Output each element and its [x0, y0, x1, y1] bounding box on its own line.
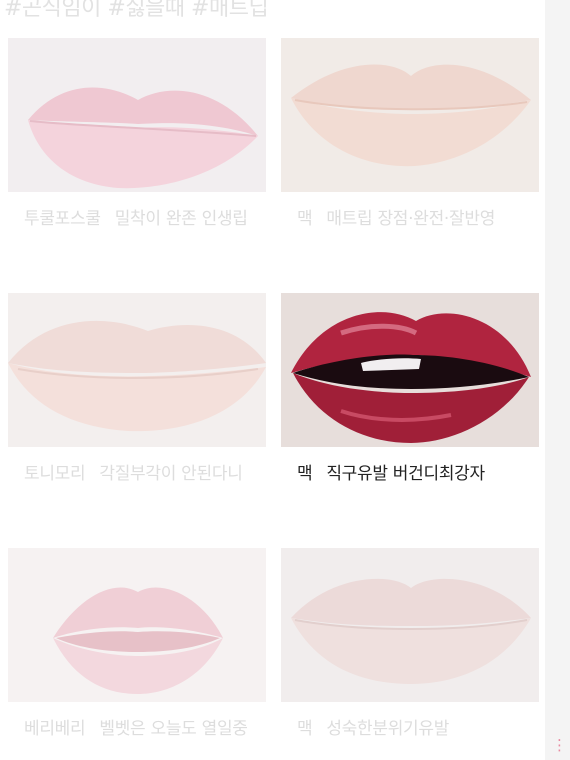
menu-dots-icon[interactable]: ⋮ [552, 736, 567, 754]
product-caption: 맥 직구유발 버건디최강자 [281, 461, 539, 488]
product-caption: 투쿨포스쿨 밀착이 완존 인생립 [8, 206, 266, 233]
product-card-6[interactable]: 맥 성숙한분위기유발 [281, 548, 539, 743]
product-caption: 베리베리 벨벳은 오늘도 열일중 [8, 716, 266, 743]
product-card-2[interactable]: 맥 매트립 장점·완전·잘반영 [281, 38, 539, 233]
brand-name: 베리베리 [24, 719, 86, 739]
product-card-5[interactable]: 베리베리 벨벳은 오늘도 열일중 [8, 548, 266, 743]
lip-photo[interactable] [8, 548, 266, 702]
product-caption: 맥 성숙한분위기유발 [281, 716, 539, 743]
lip-photo[interactable] [281, 548, 539, 702]
lip-photo[interactable] [281, 293, 539, 447]
brand-name: 투쿨포스쿨 [24, 209, 101, 229]
product-title: 각질부각이 안된다니 [99, 464, 243, 484]
product-title: 밀착이 완존 인생립 [114, 209, 248, 229]
lip-photo[interactable] [281, 38, 539, 192]
scroll-edge [545, 0, 570, 760]
product-title: 매트립 장점·완전·잘반영 [326, 209, 496, 229]
brand-name: 맥 [297, 209, 313, 229]
product-title: 성숙한분위기유발 [326, 719, 450, 739]
product-card-4[interactable]: 맥 직구유발 버건디최강자 [281, 293, 539, 488]
product-card-3[interactable]: 토니모리 각질부각이 안된다니 [8, 293, 266, 488]
product-title: 벨벳은 오늘도 열일중 [99, 719, 248, 739]
brand-name: 토니모리 [24, 464, 86, 484]
product-caption: 토니모리 각질부각이 안된다니 [8, 461, 266, 488]
lip-photo[interactable] [8, 38, 266, 192]
brand-name: 맥 [297, 719, 313, 739]
brand-name: 맥 [297, 464, 313, 484]
lip-photo[interactable] [8, 293, 266, 447]
lip-product-feed: #곤식임이 #싫을때 #매트딥 투쿨포스쿨 밀착이 완존 인생립 맥 매트립 장점·… [0, 0, 570, 760]
product-caption: 맥 매트립 장점·완전·잘반영 [281, 206, 539, 233]
hashtag-header: #곤식임이 #싫을때 #매트딥 [4, 0, 269, 21]
product-card-1[interactable]: 투쿨포스쿨 밀착이 완존 인생립 [8, 38, 266, 233]
product-title: 직구유발 버건디최강자 [326, 464, 485, 484]
